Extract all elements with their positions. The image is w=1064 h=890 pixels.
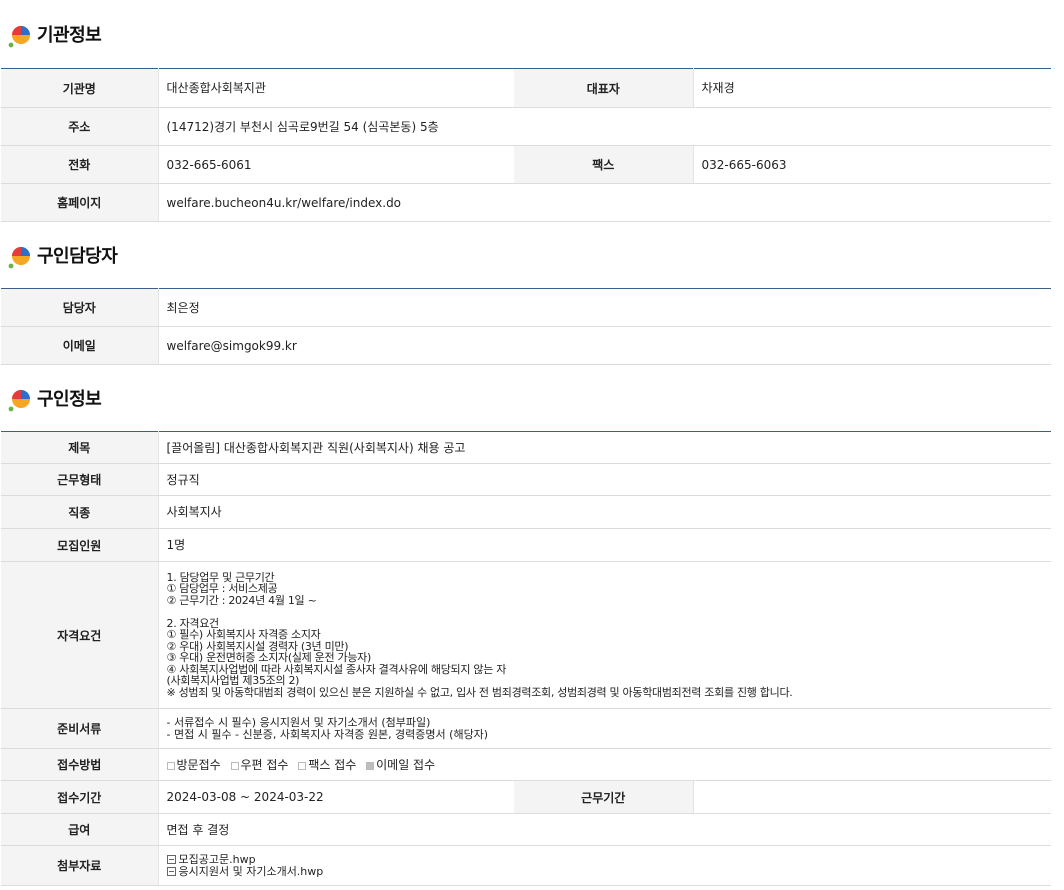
attachment-link[interactable]: 응시지원서 및 자기소개서.hwp bbox=[166, 864, 1044, 878]
job-files-list: 모집공고문.hwp 응시지원서 및 자기소개서.hwp bbox=[158, 845, 1052, 886]
job-qualification-value: 1. 담당업무 및 근무기간 ① 담당업무 : 서비스제공 ② 근무기간 : 2… bbox=[158, 561, 1052, 709]
job-info-table: 제목 [끌어올림] 대산종합사회복지관 직원(사회복지사) 채용 공고 근무형태… bbox=[1, 431, 1052, 886]
contact-email-label: 이메일 bbox=[1, 326, 159, 365]
agency-homepage-link[interactable]: welfare.bucheon4u.kr/welfare/index.do bbox=[158, 183, 1051, 222]
method-post-label: 우편 접수 bbox=[240, 757, 289, 772]
job-documents-label: 준비서류 bbox=[1, 708, 159, 749]
agency-homepage-label: 홈페이지 bbox=[1, 183, 159, 222]
job-pay-value: 면접 후 결정 bbox=[158, 813, 1052, 846]
method-email-label: 이메일 접수 bbox=[376, 757, 436, 772]
job-method-checkboxes: 방문접수 우편 접수 팩스 접수 이메일 접수 bbox=[158, 748, 1052, 781]
method-fax[interactable]: 팩스 접수 bbox=[298, 758, 356, 772]
method-post[interactable]: 우편 접수 bbox=[230, 757, 289, 772]
agency-name-label: 기관명 bbox=[1, 68, 159, 108]
checkbox-checked-icon bbox=[366, 761, 375, 770]
job-count-value: 1명 bbox=[158, 528, 1052, 562]
file-icon bbox=[166, 866, 176, 876]
agency-fax-value: 032-665-6063 bbox=[693, 145, 1051, 184]
attachment-name: 응시지원서 및 자기소개서.hwp bbox=[178, 864, 324, 878]
job-type-label: 근무형태 bbox=[1, 463, 159, 496]
section-bullet-icon bbox=[8, 388, 32, 412]
checkbox-icon bbox=[166, 761, 175, 770]
method-email[interactable]: 이메일 접수 bbox=[366, 758, 435, 772]
agency-rep-value: 차재경 bbox=[693, 68, 1051, 108]
method-visit-label: 방문접수 bbox=[176, 757, 221, 772]
section-title-agency: 기관정보 bbox=[0, 0, 1064, 68]
job-workperiod-label: 근무기간 bbox=[514, 780, 694, 814]
job-subject-label: 제목 bbox=[1, 431, 159, 464]
file-icon bbox=[166, 854, 176, 864]
section-bullet-icon bbox=[8, 24, 32, 48]
contact-info-table: 담당자 최은정 이메일 welfare@simgok99.kr bbox=[1, 288, 1051, 365]
agency-info-table: 기관명 대산종합사회복지관 대표자 차재경 주소 (14712)경기 부천시 심… bbox=[1, 68, 1051, 222]
section-title-contact: 구인담당자 bbox=[0, 222, 1064, 288]
job-qualification-label: 자격요건 bbox=[1, 561, 159, 709]
contact-email-link[interactable]: welfare@simgok99.kr bbox=[158, 326, 1051, 365]
job-subject-value: [끌어올림] 대산종합사회복지관 직원(사회복지사) 채용 공고 bbox=[158, 431, 1052, 464]
agency-name-value: 대산종합사회복지관 bbox=[158, 68, 514, 108]
agency-fax-label: 팩스 bbox=[514, 145, 694, 184]
checkbox-icon bbox=[298, 761, 307, 770]
agency-tel-label: 전화 bbox=[1, 145, 159, 184]
job-period-value: 2024-03-08 ~ 2024-03-22 bbox=[158, 780, 514, 814]
method-fax-label: 팩스 접수 bbox=[308, 757, 357, 772]
section-title-text: 기관정보 bbox=[37, 25, 102, 46]
agency-address-label: 주소 bbox=[1, 107, 159, 146]
method-visit[interactable]: 방문접수 bbox=[166, 757, 221, 772]
job-pay-label: 급여 bbox=[1, 813, 159, 846]
job-type-value: 정규직 bbox=[158, 463, 1052, 496]
section-title-text: 구인담당자 bbox=[37, 246, 118, 267]
job-count-label: 모집인원 bbox=[1, 528, 159, 562]
job-method-label: 접수방법 bbox=[1, 748, 159, 781]
contact-person-label: 담당자 bbox=[1, 288, 159, 327]
agency-rep-label: 대표자 bbox=[514, 68, 694, 108]
job-kind-label: 직종 bbox=[1, 495, 159, 529]
job-workperiod-value bbox=[693, 780, 1052, 814]
job-files-label: 첨부자료 bbox=[1, 845, 159, 886]
section-title-text: 구인정보 bbox=[37, 389, 102, 410]
contact-person-value: 최은정 bbox=[158, 288, 1051, 327]
section-title-job: 구인정보 bbox=[0, 365, 1064, 431]
agency-tel-value: 032-665-6061 bbox=[158, 145, 514, 184]
job-documents-value: - 서류접수 시 필수) 응시지원서 및 자기소개서 (첨부파일) - 면접 시… bbox=[158, 708, 1052, 749]
job-period-label: 접수기간 bbox=[1, 780, 159, 814]
job-kind-value: 사회복지사 bbox=[158, 495, 1052, 529]
checkbox-icon bbox=[230, 761, 239, 770]
agency-address-value: (14712)경기 부천시 심곡로9번길 54 (심곡본동) 5층 bbox=[158, 107, 1051, 146]
section-bullet-icon bbox=[8, 245, 32, 269]
